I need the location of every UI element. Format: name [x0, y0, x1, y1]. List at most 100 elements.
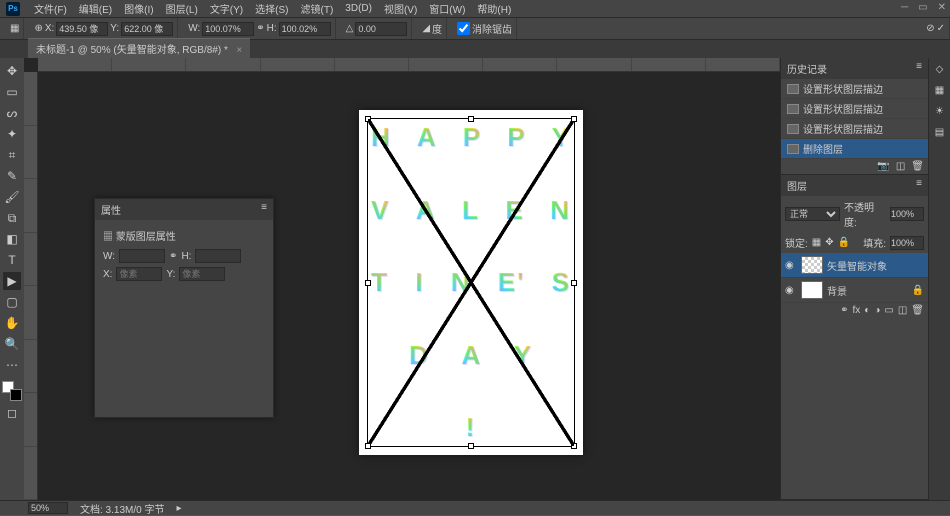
brush-tool[interactable]: 🖌 — [3, 188, 21, 206]
lock-all-icon[interactable]: 🔒 — [838, 237, 850, 248]
menu-window[interactable]: 窗口(W) — [423, 1, 471, 16]
history-tab[interactable]: 历史记录 — [787, 61, 827, 76]
handle-br[interactable] — [571, 443, 577, 449]
layer-name[interactable]: 矢量智能对象 — [827, 258, 887, 273]
crop-tool[interactable]: ⌗ — [3, 146, 21, 164]
blend-mode-select[interactable]: 正常 — [785, 207, 840, 221]
restore-icon[interactable]: ▭ — [918, 2, 927, 13]
antialias-check[interactable] — [457, 22, 470, 35]
trash-icon[interactable]: 🗑 — [911, 161, 924, 172]
canvas-area[interactable]: HAPPY VALEN TINE'S DAY ! 属性≡ ▦ 蒙版图层属性 — [24, 58, 780, 500]
tool-preset-icon[interactable]: ▦ — [10, 23, 19, 34]
visibility-icon[interactable]: ◉ — [785, 260, 797, 271]
lock-pixels-icon[interactable]: ▦ — [812, 237, 821, 248]
handle-mr[interactable] — [571, 280, 577, 286]
fill-field[interactable] — [890, 236, 924, 250]
properties-panel[interactable]: 属性≡ ▦ 蒙版图层属性 W:⚭H: X:Y: — [94, 198, 274, 418]
menu-edit[interactable]: 编辑(E) — [73, 1, 118, 16]
minimize-icon[interactable]: ─ — [901, 2, 908, 13]
history-item[interactable]: 删除图层 — [781, 139, 928, 159]
prop-h-field[interactable] — [195, 249, 241, 263]
zoom-tool[interactable]: 🔍 — [3, 335, 21, 353]
color-panel-icon[interactable]: ◇ — [936, 64, 944, 75]
styles-panel-icon[interactable]: ▤ — [935, 127, 944, 138]
snapshot-icon[interactable]: 📷 — [877, 161, 889, 172]
handle-tm[interactable] — [468, 116, 474, 122]
ruler-horizontal[interactable] — [38, 58, 780, 72]
new-layer-icon[interactable]: ◫ — [898, 305, 907, 316]
layer-name[interactable]: 背景 — [827, 283, 847, 298]
swatches-panel-icon[interactable]: ▦ — [935, 85, 944, 96]
adjustment-icon[interactable]: ◑ — [874, 305, 880, 316]
lasso-tool[interactable]: ᔕ — [3, 104, 21, 122]
menu-view[interactable]: 视图(V) — [378, 1, 423, 16]
transform-bbox[interactable] — [367, 118, 575, 447]
history-item[interactable]: 设置形状图层描边 — [781, 119, 928, 139]
handle-bm[interactable] — [468, 443, 474, 449]
link-icon[interactable]: ⚭ — [256, 23, 264, 34]
commit-icon[interactable]: ✓ — [937, 23, 945, 34]
prop-y-field[interactable] — [179, 267, 225, 281]
layers-tab[interactable]: 图层 — [787, 178, 807, 193]
handle-ml[interactable] — [365, 280, 371, 286]
prop-x-field[interactable] — [116, 267, 162, 281]
menu-filter[interactable]: 滤镜(T) — [295, 1, 340, 16]
menu-image[interactable]: 图像(I) — [118, 1, 159, 16]
wand-tool[interactable]: ✦ — [3, 125, 21, 143]
panel-menu-icon[interactable]: ≡ — [261, 202, 267, 217]
new-doc-icon[interactable]: ◫ — [896, 161, 905, 172]
stamp-tool[interactable]: ⧉ — [3, 209, 21, 227]
artboard[interactable]: HAPPY VALEN TINE'S DAY ! — [359, 110, 583, 455]
group-icon[interactable]: ▭ — [884, 305, 893, 316]
y-field[interactable] — [121, 22, 173, 36]
menu-3d[interactable]: 3D(D) — [339, 3, 378, 14]
doc-info[interactable]: 文档: 3.13M/0 字节 — [80, 501, 164, 516]
ruler-vertical[interactable] — [24, 72, 38, 500]
handle-bl[interactable] — [365, 443, 371, 449]
color-swatches[interactable] — [2, 381, 22, 401]
shape-tool[interactable]: ▢ — [3, 293, 21, 311]
menu-help[interactable]: 帮助(H) — [471, 1, 517, 16]
mask-icon[interactable]: ◐ — [864, 305, 870, 316]
adjust-panel-icon[interactable]: ☀ — [935, 106, 944, 117]
tab-close-icon[interactable]: × — [236, 45, 242, 56]
handle-tr[interactable] — [571, 116, 577, 122]
menu-select[interactable]: 选择(S) — [249, 1, 294, 16]
trash-icon[interactable]: 🗑 — [911, 305, 924, 316]
chevron-right-icon[interactable]: ▸ — [176, 503, 181, 514]
lock-position-icon[interactable]: ✥ — [825, 237, 833, 248]
cancel-icon[interactable]: ⊘ — [926, 23, 934, 34]
marquee-tool[interactable]: ▭ — [3, 83, 21, 101]
path-select-tool[interactable]: ▶ — [3, 272, 21, 290]
link-layers-icon[interactable]: ⚭ — [840, 305, 848, 316]
gradient-tool[interactable]: ◧ — [3, 230, 21, 248]
panel-menu-icon[interactable]: ≡ — [916, 178, 922, 193]
eyedropper-tool[interactable]: ✎ — [3, 167, 21, 185]
handle-tl[interactable] — [365, 116, 371, 122]
quickmask-icon[interactable]: ◻ — [3, 404, 21, 422]
type-tool[interactable]: T — [3, 251, 21, 269]
layer-row[interactable]: ◉ 矢量智能对象 — [781, 253, 928, 278]
close-icon[interactable]: ✕ — [938, 2, 946, 13]
layer-row[interactable]: ◉ 背景 🔒 — [781, 278, 928, 303]
prop-w-field[interactable] — [119, 249, 165, 263]
visibility-icon[interactable]: ◉ — [785, 285, 797, 296]
hand-tool[interactable]: ✋ — [3, 314, 21, 332]
move-tool[interactable]: ✥ — [3, 62, 21, 80]
menu-type[interactable]: 文字(Y) — [204, 1, 249, 16]
panel-menu-icon[interactable]: ≡ — [916, 61, 922, 76]
edit-toolbar[interactable]: ⋯ — [3, 356, 21, 374]
menu-file[interactable]: 文件(F) — [28, 1, 73, 16]
zoom-field[interactable] — [28, 502, 68, 514]
x-field[interactable] — [56, 22, 108, 36]
angle-field[interactable] — [355, 22, 407, 36]
link-wh-icon[interactable]: ⚭ — [169, 251, 177, 262]
history-item[interactable]: 设置形状图层描边 — [781, 79, 928, 99]
history-item[interactable]: 设置形状图层描边 — [781, 99, 928, 119]
w-field[interactable] — [202, 22, 254, 36]
h-field[interactable] — [279, 22, 331, 36]
document-tab[interactable]: 未标题-1 @ 50% (矢量智能对象, RGB/8#) * × — [28, 38, 250, 58]
menu-layer[interactable]: 图层(L) — [160, 1, 204, 16]
opacity-field[interactable] — [890, 207, 924, 221]
fx-icon[interactable]: fx — [853, 305, 861, 316]
